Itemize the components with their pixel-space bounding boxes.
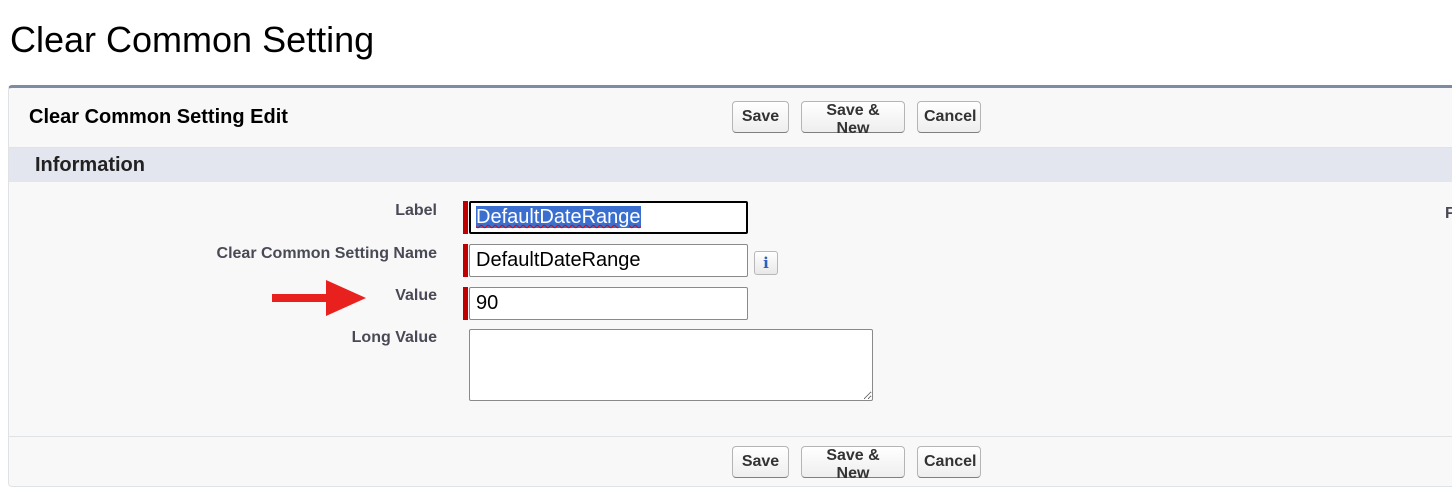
footer-divider	[9, 436, 1452, 437]
panel-header: Clear Common Setting Edit Save Save & Ne…	[9, 88, 1452, 148]
label-input[interactable]: DefaultDateRange	[469, 201, 748, 234]
name-input[interactable]	[469, 244, 748, 277]
top-button-row: Save Save & New Cancel	[732, 101, 981, 137]
edit-panel: Clear Common Setting Edit Save Save & Ne…	[8, 85, 1452, 487]
name-field-label: Clear Common Setting Name	[216, 245, 437, 262]
label-field-label: Label	[395, 202, 437, 219]
save-button[interactable]: Save	[732, 101, 789, 133]
save-and-new-button[interactable]: Save & New	[801, 101, 905, 137]
value-input[interactable]	[469, 287, 748, 320]
section-header-information: Information	[9, 148, 1452, 182]
cancel-button-bottom[interactable]: Cancel	[917, 446, 981, 478]
cancel-button[interactable]: Cancel	[917, 101, 981, 133]
label-required-marker	[463, 201, 468, 234]
long-value-field-label: Long Value	[351, 329, 437, 346]
panel-title: Clear Common Setting Edit	[29, 106, 288, 128]
long-value-textarea[interactable]	[469, 329, 873, 401]
page-title: Clear Common Setting	[10, 19, 375, 60]
name-required-marker	[463, 244, 468, 277]
bottom-button-row: Save Save & New Cancel	[732, 446, 981, 482]
info-icon[interactable]: i	[754, 251, 778, 275]
value-required-marker	[463, 287, 468, 320]
value-field-label: Value	[395, 287, 437, 304]
save-and-new-button-bottom[interactable]: Save & New	[801, 446, 905, 482]
red-arrow-icon	[272, 280, 366, 316]
section-title: Information	[35, 154, 145, 176]
label-input-value: DefaultDateRange	[476, 206, 641, 228]
right-column-label-fragment: F	[1445, 205, 1452, 222]
save-button-bottom[interactable]: Save	[732, 446, 789, 478]
